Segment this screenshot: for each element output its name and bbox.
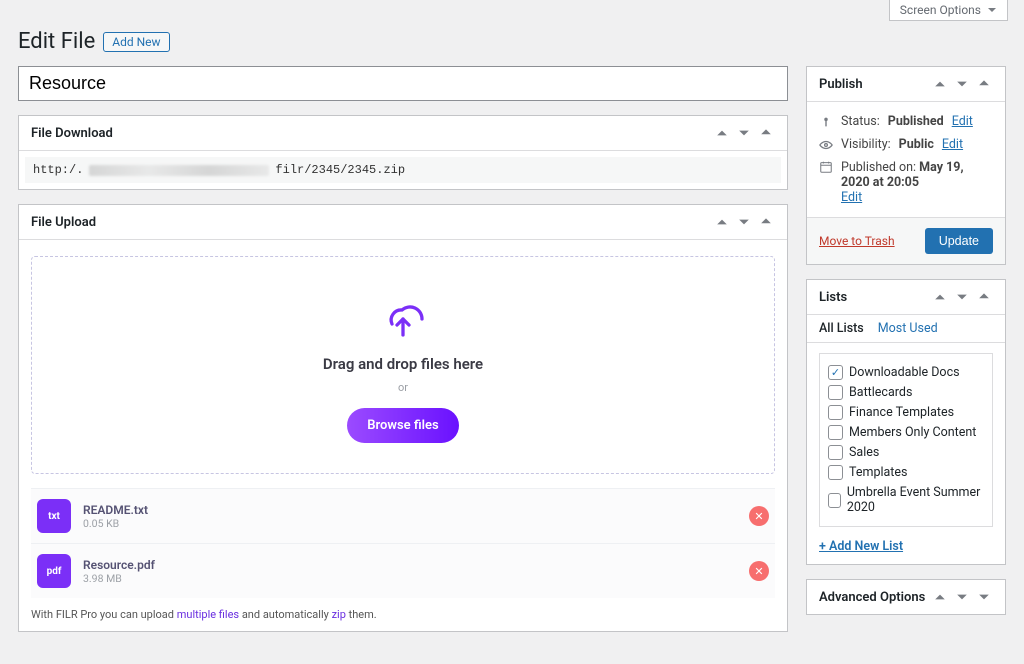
file-download-title: File Download xyxy=(31,126,113,141)
collapse-down-icon[interactable] xyxy=(735,124,753,142)
list-item: Members Only Content xyxy=(828,425,984,440)
collapse-up-icon[interactable] xyxy=(713,124,731,142)
move-top-icon[interactable] xyxy=(975,288,993,306)
eye-icon xyxy=(819,138,833,152)
collapse-down-icon[interactable] xyxy=(953,588,971,606)
list-item-label: Templates xyxy=(849,465,907,480)
toggle-icon[interactable] xyxy=(975,588,993,606)
checkbox[interactable] xyxy=(828,465,843,480)
checkbox[interactable] xyxy=(828,365,843,380)
visibility-edit-link[interactable]: Edit xyxy=(942,137,963,152)
dropzone-or: or xyxy=(52,381,754,394)
checkbox[interactable] xyxy=(828,405,843,420)
list-item: Umbrella Event Summer 2020 xyxy=(828,485,984,515)
file-name: README.txt xyxy=(83,503,737,517)
move-top-icon[interactable] xyxy=(757,213,775,231)
file-type-badge: pdf xyxy=(37,554,71,588)
list-item-label: Umbrella Event Summer 2020 xyxy=(847,485,984,515)
upload-note: With FILR Pro you can upload multiple fi… xyxy=(31,608,775,621)
tab-all-lists[interactable]: All Lists xyxy=(819,321,864,336)
lists-title: Lists xyxy=(819,290,847,305)
lists-box: Lists All Lists Most Used Downloadable D… xyxy=(806,279,1006,565)
redacted-segment xyxy=(89,165,269,176)
advanced-options-title: Advanced Options xyxy=(819,590,925,605)
file-upload-title: File Upload xyxy=(31,215,96,230)
advanced-options-box: Advanced Options xyxy=(806,579,1006,615)
checkbox[interactable] xyxy=(828,445,843,460)
file-delete-button[interactable]: ✕ xyxy=(749,506,769,526)
checkbox[interactable] xyxy=(828,493,841,508)
file-row: txt README.txt0.05 KB ✕ xyxy=(31,488,775,543)
status-edit-link[interactable]: Edit xyxy=(952,114,973,129)
checkbox[interactable] xyxy=(828,425,843,440)
zip-link[interactable]: zip xyxy=(332,608,346,621)
publish-title: Publish xyxy=(819,77,863,92)
calendar-icon xyxy=(819,160,833,174)
chevron-down-icon xyxy=(987,5,997,15)
collapse-down-icon[interactable] xyxy=(953,75,971,93)
list-item-label: Finance Templates xyxy=(849,405,954,420)
collapse-down-icon[interactable] xyxy=(953,288,971,306)
file-download-box: File Download http:/. filr/2345/2345.zip xyxy=(18,115,788,190)
multiple-files-link[interactable]: multiple files xyxy=(177,608,239,621)
file-name: Resource.pdf xyxy=(83,558,737,572)
page-title: Edit File xyxy=(18,29,95,54)
list-item: Battlecards xyxy=(828,385,984,400)
list-item: Sales xyxy=(828,445,984,460)
file-delete-button[interactable]: ✕ xyxy=(749,561,769,581)
file-size: 3.98 MB xyxy=(83,572,737,585)
list-item-label: Battlecards xyxy=(849,385,912,400)
file-type-badge: txt xyxy=(37,499,71,533)
collapse-up-icon[interactable] xyxy=(931,288,949,306)
move-to-trash-link[interactable]: Move to Trash xyxy=(819,234,895,248)
upload-cloud-icon xyxy=(381,297,425,341)
file-row: pdf Resource.pdf3.98 MB ✕ xyxy=(31,543,775,598)
list-item: Templates xyxy=(828,465,984,480)
file-size: 0.05 KB xyxy=(83,517,737,530)
list-item: Downloadable Docs xyxy=(828,365,984,380)
move-top-icon[interactable] xyxy=(975,75,993,93)
title-input[interactable] xyxy=(18,66,788,101)
collapse-up-icon[interactable] xyxy=(931,588,949,606)
list-item-label: Members Only Content xyxy=(849,425,976,440)
tab-most-used[interactable]: Most Used xyxy=(878,321,938,336)
screen-options-toggle[interactable]: Screen Options xyxy=(889,0,1008,21)
dropzone[interactable]: Drag and drop files here or Browse files xyxy=(31,256,775,474)
list-item: Finance Templates xyxy=(828,405,984,420)
add-new-list-link[interactable]: + Add New List xyxy=(819,539,903,554)
collapse-up-icon[interactable] xyxy=(713,213,731,231)
checkbox[interactable] xyxy=(828,385,843,400)
list-item-label: Downloadable Docs xyxy=(849,365,960,380)
collapse-down-icon[interactable] xyxy=(735,213,753,231)
move-top-icon[interactable] xyxy=(757,124,775,142)
download-url: http:/. filr/2345/2345.zip xyxy=(25,157,781,183)
file-upload-box: File Upload xyxy=(18,204,788,632)
screen-options-label: Screen Options xyxy=(900,3,981,17)
add-new-button[interactable]: Add New xyxy=(103,32,169,52)
list-item-label: Sales xyxy=(849,445,879,460)
published-edit-link[interactable]: Edit xyxy=(841,190,862,205)
browse-files-button[interactable]: Browse files xyxy=(347,408,458,443)
publish-box: Publish Status: Published Edit xyxy=(806,66,1006,265)
pin-icon xyxy=(819,115,833,129)
dropzone-text: Drag and drop files here xyxy=(52,355,754,373)
update-button[interactable]: Update xyxy=(925,228,993,254)
collapse-up-icon[interactable] xyxy=(931,75,949,93)
